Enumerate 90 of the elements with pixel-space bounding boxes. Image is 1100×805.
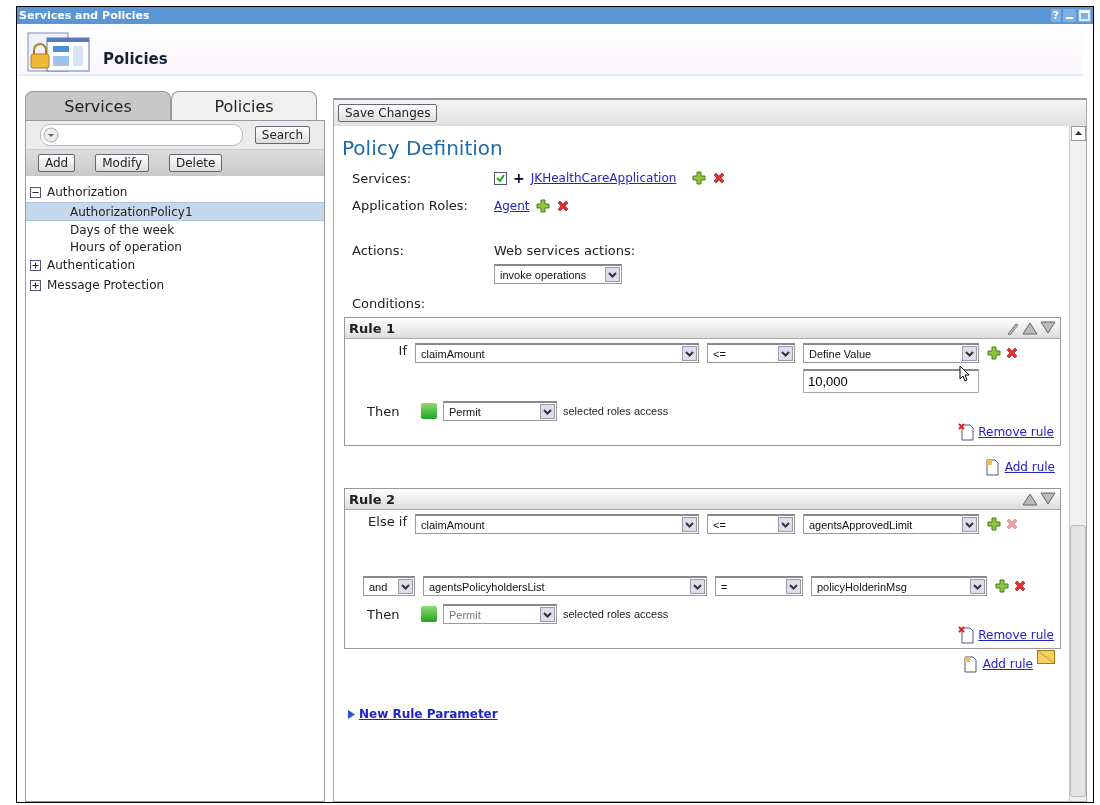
remove-rule-link[interactable]: Remove rule — [978, 425, 1054, 439]
field-label: Web services actions: — [494, 243, 636, 258]
rule-title: Rule 2 — [349, 491, 396, 507]
tree-item[interactable]: Message Protection — [47, 278, 165, 292]
toolbar-button[interactable]: Modify — [95, 154, 149, 172]
condition-label: If — [397, 343, 407, 358]
remove-icon[interactable] — [1013, 579, 1027, 593]
dropdown[interactable]: agentsPolicyholdersList — [423, 576, 707, 596]
dropdown[interactable]: and — [363, 576, 415, 596]
new-parameter-link[interactable]: New Rule Parameter — [359, 707, 498, 721]
checkbox[interactable] — [494, 171, 507, 185]
move-up-icon[interactable] — [1022, 321, 1038, 335]
description-text: selected roles access — [563, 405, 669, 417]
caret-icon — [962, 517, 977, 532]
add-rule-link[interactable]: Add rule — [982, 657, 1033, 671]
caret-icon — [962, 346, 977, 361]
remove-rule-icon[interactable] — [958, 626, 975, 644]
dropdown[interactable]: <= — [707, 514, 795, 534]
dropdown[interactable]: agentsApprovedLimit — [803, 514, 979, 534]
expand-arrow-icon[interactable] — [348, 709, 355, 719]
tab[interactable]: Services — [25, 91, 171, 120]
dropdown[interactable]: = — [715, 576, 803, 596]
dropdown[interactable]: Define Value — [803, 343, 979, 363]
collapse-icon[interactable] — [30, 186, 41, 198]
tree-item[interactable]: Hours of operation — [70, 239, 182, 254]
dropdown[interactable]: claimAmount — [415, 514, 699, 534]
field-label: Conditions: — [352, 296, 427, 311]
field-label: Application Roles: — [352, 198, 469, 213]
status-icon — [421, 606, 437, 622]
page-title: Policies — [103, 50, 168, 68]
caret-icon — [690, 579, 705, 594]
caret-icon — [778, 346, 793, 361]
condition-label: Else if — [367, 514, 407, 529]
caret-icon — [786, 579, 801, 594]
add-rule-link[interactable]: Add rule — [1004, 460, 1055, 474]
field-label: Actions: — [352, 243, 405, 258]
move-up-icon[interactable] — [1022, 492, 1038, 506]
rule-title: Rule 1 — [349, 320, 396, 336]
add-icon[interactable] — [692, 171, 707, 185]
move-down-icon[interactable] — [1040, 492, 1056, 506]
scrollbar-thumb[interactable] — [1070, 525, 1086, 797]
description-text: selected roles access — [563, 608, 669, 620]
service-link[interactable]: JKHealthCareApplication — [530, 171, 677, 185]
caret-icon — [682, 517, 697, 532]
caret-icon — [540, 607, 555, 622]
toolbar-button[interactable]: Add — [38, 154, 76, 172]
caret-icon — [682, 346, 697, 361]
dropdown[interactable]: Permit — [443, 401, 557, 421]
section-title: Policy Definition — [342, 136, 504, 160]
tree-item[interactable]: Authentication — [47, 258, 136, 272]
caret-icon — [398, 579, 413, 594]
add-icon[interactable] — [987, 346, 1001, 360]
expand-glyph[interactable]: + — [513, 170, 525, 186]
expand-icon[interactable] — [30, 259, 41, 271]
scroll-up-icon[interactable] — [1070, 126, 1086, 141]
search-field[interactable] — [40, 124, 243, 146]
role-link[interactable]: Agent — [494, 198, 530, 213]
remove-icon[interactable] — [712, 171, 727, 185]
toolbar-button[interactable]: Delete — [169, 154, 223, 172]
move-down-icon[interactable] — [1040, 321, 1056, 335]
dropdown[interactable]: invoke operations — [494, 264, 622, 284]
add-icon[interactable] — [995, 579, 1009, 593]
remove-rule-icon[interactable] — [958, 423, 975, 441]
condition-label: Then — [367, 403, 401, 419]
add-icon[interactable] — [987, 517, 1001, 531]
add-icon[interactable] — [535, 198, 550, 213]
caret-icon — [778, 517, 793, 532]
search-button[interactable]: Search — [254, 126, 310, 144]
policy-lock-icon — [27, 32, 91, 72]
tab[interactable]: Policies — [171, 91, 317, 120]
dropdown[interactable]: claimAmount — [415, 343, 699, 363]
caret-icon — [605, 267, 620, 282]
tree-item[interactable]: Authorization — [47, 185, 128, 199]
caret-icon — [970, 579, 985, 594]
condition-label: Then — [367, 606, 401, 622]
remove-icon[interactable] — [1005, 346, 1019, 360]
save-button[interactable]: Save Changes — [338, 104, 438, 122]
brush-icon[interactable] — [1006, 321, 1020, 335]
caret-icon — [540, 404, 555, 419]
remove-icon[interactable] — [555, 198, 570, 213]
remove-rule-link[interactable]: Remove rule — [978, 628, 1054, 642]
status-icon — [421, 403, 437, 419]
dropdown-icon[interactable] — [43, 127, 59, 143]
window-title: Services and Policies — [19, 9, 150, 22]
dropdown[interactable]: <= — [707, 343, 795, 363]
field-label: Services: — [352, 170, 413, 186]
dropdown[interactable]: policyHolderinMsg — [811, 576, 987, 596]
expand-icon[interactable] — [30, 279, 41, 291]
value-field[interactable]: 10,000 — [803, 369, 979, 393]
tree-item[interactable]: Days of the week — [70, 222, 175, 237]
